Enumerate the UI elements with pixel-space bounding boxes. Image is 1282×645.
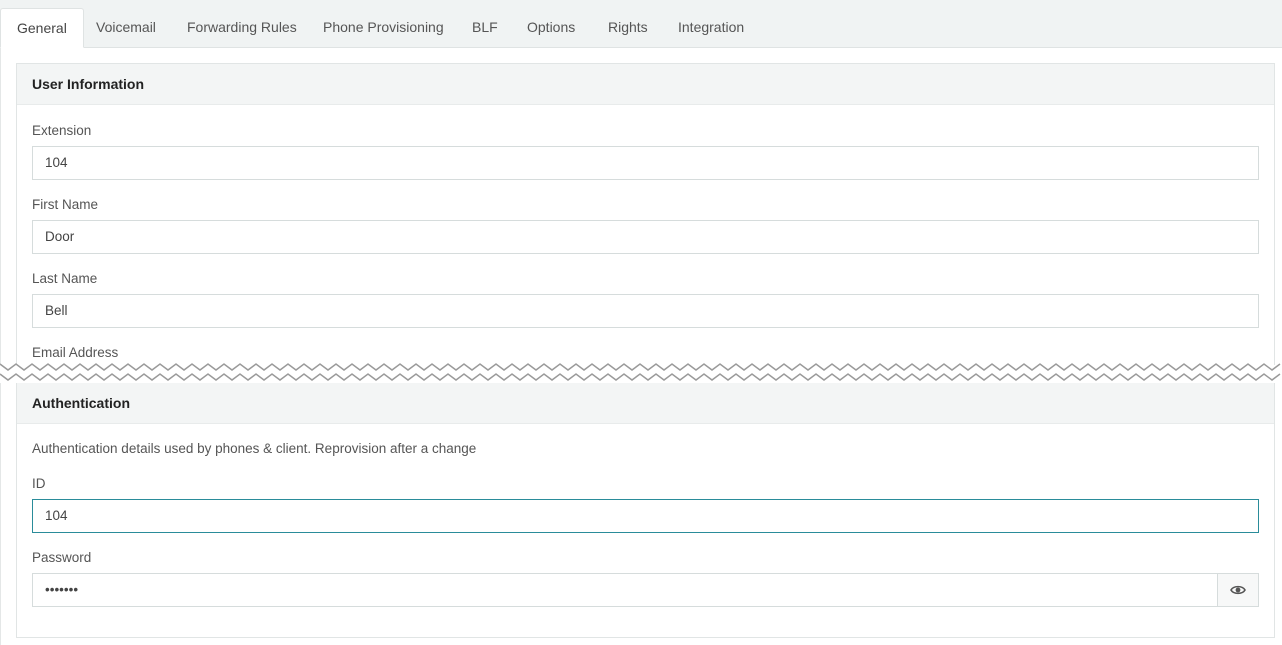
password-field[interactable]: ••••••• — [32, 573, 1259, 607]
tab-bar: General Voicemail Forwarding Rules Phone… — [0, 0, 1282, 48]
tab-phone-provisioning[interactable]: Phone Provisioning — [307, 8, 460, 48]
eye-icon — [1230, 585, 1246, 595]
last-name-label: Last Name — [32, 271, 98, 286]
first-name-label: First Name — [32, 197, 99, 212]
first-name-field[interactable]: Door — [32, 220, 1259, 254]
id-label: ID — [32, 476, 46, 491]
tab-forwarding-rules[interactable]: Forwarding Rules — [171, 8, 313, 48]
id-field[interactable]: 104 — [32, 499, 1259, 533]
panel-title: Authentication — [17, 383, 1274, 424]
password-value: ••••••• — [45, 582, 79, 597]
authentication-panel: Authentication Authentication details us… — [16, 383, 1275, 638]
user-information-panel: User Information Extension 104 First Nam… — [16, 63, 1275, 383]
password-label: Password — [32, 550, 92, 565]
last-name-field[interactable]: Bell — [32, 294, 1259, 328]
tab-voicemail[interactable]: Voicemail — [80, 8, 172, 48]
tab-general[interactable]: General — [0, 8, 84, 48]
toggle-password-button[interactable] — [1217, 574, 1258, 606]
extension-field[interactable]: 104 — [32, 146, 1259, 180]
tab-integration[interactable]: Integration — [662, 8, 760, 48]
extension-label: Extension — [32, 123, 92, 138]
auth-help-text: Authentication details used by phones & … — [32, 441, 477, 456]
tab-rights[interactable]: Rights — [592, 8, 664, 48]
email-label: Email Address — [32, 345, 119, 360]
tab-options[interactable]: Options — [511, 8, 591, 48]
panel-title: User Information — [17, 64, 1274, 105]
tab-blf[interactable]: BLF — [456, 8, 514, 48]
